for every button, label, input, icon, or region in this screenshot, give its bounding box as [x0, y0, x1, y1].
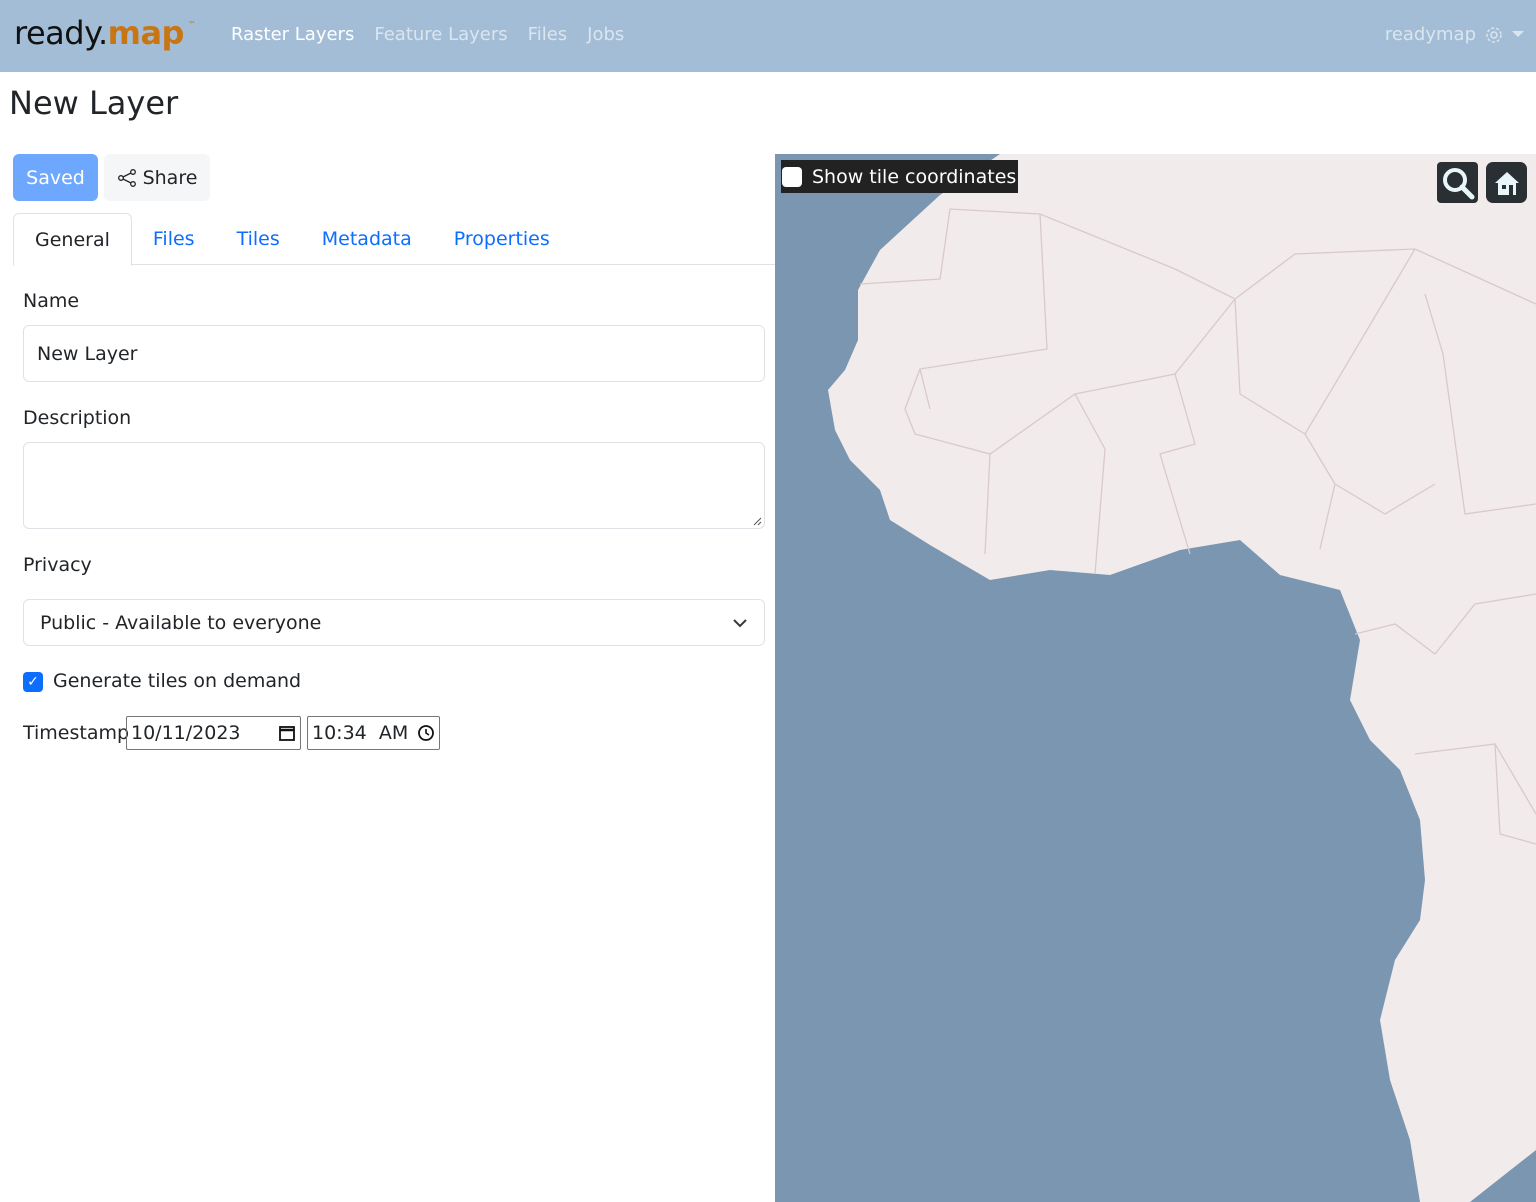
- share-icon: [117, 168, 136, 187]
- trademark: ™: [187, 20, 196, 29]
- privacy-value: Public - Available to everyone: [40, 611, 322, 634]
- chevron-down-icon: [733, 618, 747, 627]
- username: readymap: [1384, 24, 1476, 45]
- logo[interactable]: ready.map ™: [14, 14, 196, 52]
- generate-tiles-label: Generate tiles on demand: [53, 670, 302, 692]
- description-textarea[interactable]: [23, 442, 765, 529]
- timestamp-label: Timestamp: [23, 722, 130, 744]
- generate-tiles-checkbox[interactable]: ✓: [23, 672, 43, 692]
- time-input[interactable]: 10:34 AM: [307, 716, 440, 750]
- show-tile-coordinates-toggle[interactable]: Show tile coordinates: [781, 160, 1019, 193]
- share-button[interactable]: Share: [104, 154, 210, 201]
- tab-files[interactable]: Files: [132, 213, 216, 264]
- logo-text-map: map: [107, 14, 185, 52]
- map-view[interactable]: Show tile coordinates: [775, 154, 1536, 1202]
- user-menu[interactable]: readymap: [1385, 24, 1524, 45]
- name-input[interactable]: New Layer: [23, 325, 765, 382]
- date-value: 10/11/2023: [131, 722, 241, 744]
- calendar-icon[interactable]: [278, 724, 296, 742]
- nav-files[interactable]: Files: [528, 24, 568, 45]
- top-navbar: ready.map ™ Raster Layers Feature Layers …: [0, 0, 1536, 72]
- nav-jobs[interactable]: Jobs: [587, 24, 624, 45]
- caret-down-icon: [1512, 30, 1524, 37]
- tile-coordinates-label: Show tile coordinates: [812, 165, 1017, 188]
- map-home-button[interactable]: [1486, 162, 1527, 203]
- date-input[interactable]: 10/11/2023: [126, 716, 301, 750]
- nav-feature-layers[interactable]: Feature Layers: [374, 24, 507, 45]
- time-value: 10:34 AM: [312, 722, 409, 744]
- tab-bar: General Files Tiles Metadata Properties: [13, 213, 775, 266]
- clock-icon[interactable]: [417, 724, 435, 742]
- search-icon: [1442, 167, 1474, 199]
- tab-tiles[interactable]: Tiles: [216, 213, 301, 264]
- tile-coordinates-checkbox[interactable]: [782, 166, 802, 187]
- saved-button[interactable]: Saved: [13, 154, 98, 201]
- nav-raster-layers[interactable]: Raster Layers: [231, 24, 354, 45]
- name-label: Name: [23, 290, 80, 312]
- map-land: [828, 154, 1536, 1202]
- tab-general[interactable]: General: [13, 213, 132, 266]
- resize-handle-icon[interactable]: [752, 516, 762, 526]
- gear-icon: [1486, 26, 1502, 43]
- home-icon: [1494, 171, 1519, 195]
- tab-properties[interactable]: Properties: [433, 213, 571, 264]
- privacy-label: Privacy: [23, 554, 92, 576]
- share-label: Share: [142, 166, 198, 189]
- name-value: New Layer: [37, 342, 138, 365]
- page-title: New Layer: [9, 84, 179, 122]
- logo-text: ready.: [14, 14, 108, 52]
- privacy-select[interactable]: Public - Available to everyone: [23, 599, 765, 646]
- map-search-button[interactable]: [1437, 162, 1478, 203]
- tab-metadata[interactable]: Metadata: [301, 213, 433, 264]
- description-label: Description: [23, 407, 132, 429]
